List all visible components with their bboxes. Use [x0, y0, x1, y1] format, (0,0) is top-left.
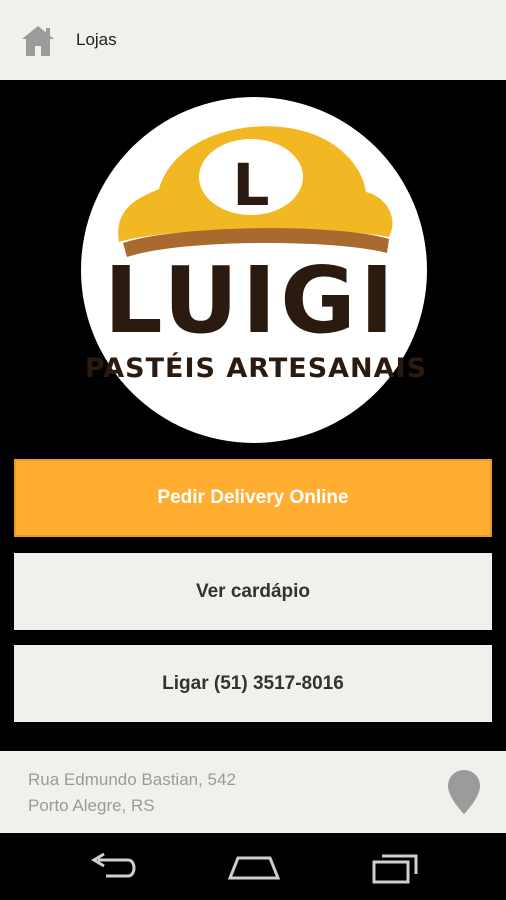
store-logo: L LUIGI PASTÉIS ARTESANAIS: [81, 97, 427, 443]
call-store-button[interactable]: Ligar (51) 3517-8016: [14, 645, 492, 722]
map-pin-icon[interactable]: [446, 768, 482, 816]
address-bar: [0, 751, 506, 833]
logo-letter: L: [233, 151, 270, 219]
view-menu-button[interactable]: Ver cardápio: [14, 553, 492, 630]
address-city: Porto Alegre, RS: [28, 796, 155, 815]
home-nav-icon[interactable]: [224, 848, 284, 886]
home-icon[interactable]: [18, 22, 58, 60]
back-icon[interactable]: [82, 848, 142, 886]
logo-brand-name: LUIGI: [104, 247, 398, 354]
page-title: Lojas: [76, 30, 117, 49]
address-street: Rua Edmundo Bastian, 542: [28, 770, 236, 789]
logo-tagline: PASTÉIS ARTESANAIS: [85, 352, 427, 384]
order-delivery-button[interactable]: Pedir Delivery Online: [14, 459, 492, 537]
app-bar: Lojas: [0, 0, 506, 80]
recent-apps-icon[interactable]: [366, 848, 426, 886]
